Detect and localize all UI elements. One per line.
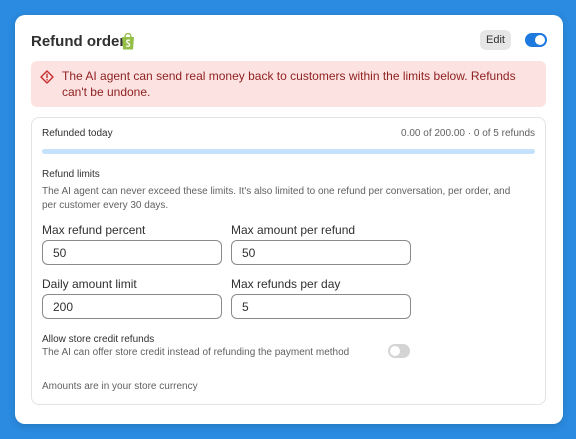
max-refunds-per-day-label: Max refunds per day	[231, 277, 341, 291]
refund-order-card: Refund order Edit The AI agent can send …	[15, 15, 563, 424]
warning-text: The AI agent can send real money back to…	[62, 69, 516, 99]
alert-diamond-icon	[40, 70, 54, 84]
warning-banner: The AI agent can send real money back to…	[31, 61, 546, 107]
refund-order-toggle[interactable]	[525, 33, 547, 47]
max-refund-percent-label: Max refund percent	[42, 223, 146, 237]
refunded-today-row: Refunded today 0.00 of 200.00 · 0 of 5 r…	[42, 128, 535, 142]
max-refunds-per-day-input[interactable]	[231, 294, 411, 319]
currency-note: Amounts are in your store currency	[42, 381, 198, 392]
store-credit-title: Allow store credit refunds	[42, 334, 155, 345]
max-amount-per-refund-label: Max amount per refund	[231, 223, 356, 237]
shopify-bag-icon	[121, 32, 135, 50]
store-credit-description: The AI can offer store credit instead of…	[42, 347, 350, 358]
card-header: Refund order Edit	[31, 30, 547, 53]
store-credit-toggle[interactable]	[388, 344, 410, 358]
card-title: Refund order	[31, 33, 126, 50]
max-amount-per-refund-input[interactable]	[231, 240, 411, 265]
refund-settings-panel: Refunded today 0.00 of 200.00 · 0 of 5 r…	[31, 117, 546, 405]
max-refund-percent-input[interactable]	[42, 240, 222, 265]
daily-amount-limit-label: Daily amount limit	[42, 277, 137, 291]
refunded-today-label: Refunded today	[42, 128, 113, 139]
refund-limits-title: Refund limits	[42, 169, 100, 180]
refund-progress-bar	[42, 149, 535, 154]
refund-limits-description: The AI agent can never exceed these limi…	[42, 186, 511, 211]
daily-amount-limit-input[interactable]	[42, 294, 222, 319]
refunded-today-status: 0.00 of 200.00 · 0 of 5 refunds	[401, 128, 535, 139]
edit-button[interactable]: Edit	[480, 30, 511, 50]
